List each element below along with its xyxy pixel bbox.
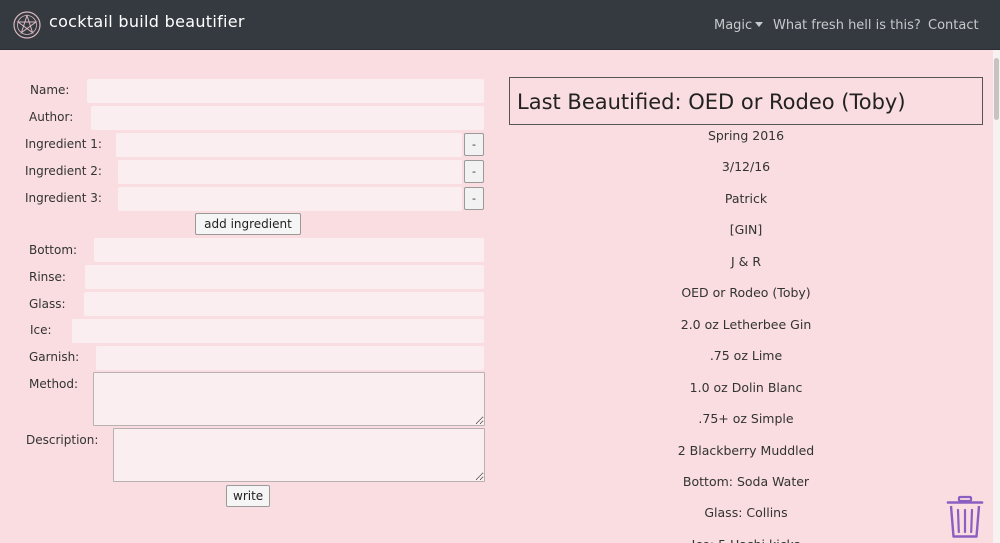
description-label: Description: xyxy=(26,433,99,447)
result-line: Spring 2016 xyxy=(707,128,785,143)
ingredient-2-input[interactable] xyxy=(118,160,462,184)
add-ingredient-button[interactable]: add ingredient xyxy=(195,213,301,235)
garnish-label: Garnish: xyxy=(29,350,80,364)
app-title[interactable]: cocktail build beautifier xyxy=(49,12,245,31)
ice-label: Ice: xyxy=(30,323,52,337)
ingredient-2-label: Ingredient 2: xyxy=(25,164,102,178)
top-navbar: cocktail build beautifier Magic What fre… xyxy=(0,0,1000,50)
rinse-input[interactable] xyxy=(85,265,484,289)
trash-can-icon[interactable] xyxy=(946,495,984,539)
remove-ingredient-3-button[interactable]: - xyxy=(464,187,484,210)
page-scrollbar[interactable] xyxy=(993,50,1000,543)
author-label: Author: xyxy=(29,110,74,124)
write-button[interactable]: write xyxy=(226,485,270,507)
result-title-box: Last Beautified: OED or Rodeo (Toby) xyxy=(509,77,983,125)
result-line: OED or Rodeo (Toby) xyxy=(681,285,811,300)
ingredient-3-label: Ingredient 3: xyxy=(25,191,102,205)
ingredient-1-label: Ingredient 1: xyxy=(25,137,102,151)
ingredient-3-input[interactable] xyxy=(118,187,462,211)
result-line: 3/12/16 xyxy=(721,159,771,174)
bottom-label: Bottom: xyxy=(29,243,78,257)
ice-input[interactable] xyxy=(72,319,484,343)
nav-what-fresh-hell-link[interactable]: What fresh hell is this? xyxy=(773,18,921,33)
remove-ingredient-1-button[interactable]: - xyxy=(464,133,484,156)
result-line: 2 Blackberry Muddled xyxy=(677,443,815,458)
result-line: Bottom: Soda Water xyxy=(682,474,810,489)
result-line: Glass: Collins xyxy=(704,505,788,520)
glass-input[interactable] xyxy=(84,292,484,316)
bottom-input[interactable] xyxy=(94,238,484,262)
rinse-label: Rinse: xyxy=(29,270,66,284)
garnish-input[interactable] xyxy=(96,346,484,370)
name-label: Name: xyxy=(30,83,70,97)
result-line: .75 oz Lime xyxy=(709,348,783,363)
description-textarea[interactable] xyxy=(113,428,485,482)
name-input[interactable] xyxy=(87,79,484,103)
result-line: Ice: 5 Hashi kicks xyxy=(509,537,983,543)
result-line: Patrick xyxy=(724,191,768,206)
result-line: 1.0 oz Dolin Blanc xyxy=(689,380,803,395)
method-label: Method: xyxy=(29,377,79,391)
method-textarea[interactable] xyxy=(93,372,485,426)
nav-magic-label: Magic xyxy=(714,18,753,33)
caret-down-icon xyxy=(755,22,764,27)
sigil-logo-icon[interactable] xyxy=(13,11,41,39)
result-line: [GIN] xyxy=(729,222,763,237)
result-line: J & R xyxy=(730,254,762,269)
result-line: 2.0 oz Letherbee Gin xyxy=(680,317,812,332)
scrollbar-thumb[interactable] xyxy=(994,58,999,120)
nav-contact-link[interactable]: Contact xyxy=(928,18,979,33)
remove-ingredient-2-button[interactable]: - xyxy=(464,160,484,183)
result-line: .75+ oz Simple xyxy=(698,411,794,426)
nav-magic-dropdown[interactable]: Magic xyxy=(714,18,764,33)
author-input[interactable] xyxy=(91,106,484,130)
result-title: Last Beautified: OED or Rodeo (Toby) xyxy=(517,90,906,114)
glass-label: Glass: xyxy=(29,297,66,311)
ingredient-1-input[interactable] xyxy=(116,133,462,157)
